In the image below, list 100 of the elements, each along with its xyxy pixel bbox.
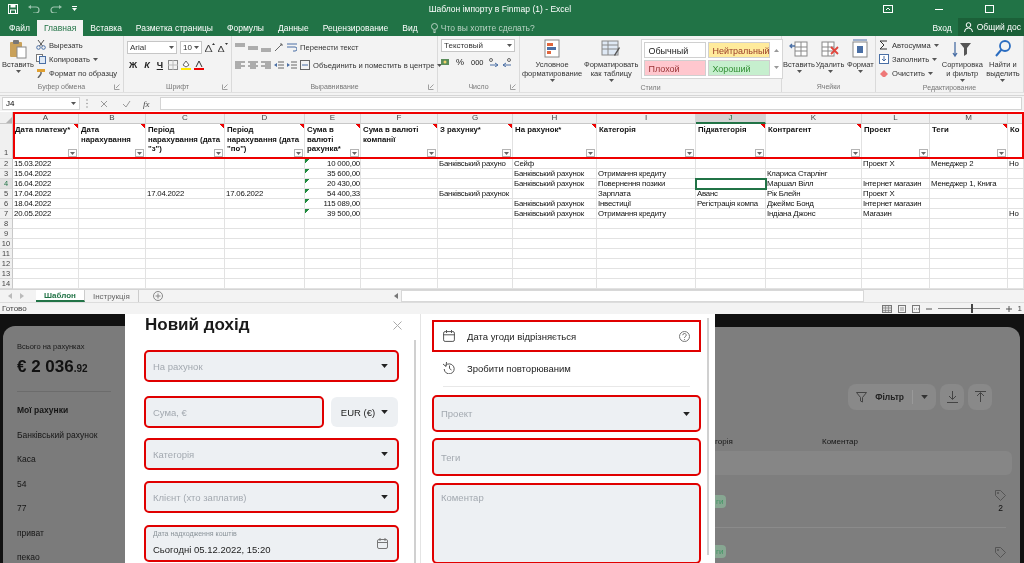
currency-dropdown[interactable]: EUR (€) — [331, 397, 398, 427]
filter-button[interactable]: Фільтр — [848, 384, 936, 410]
number-format-field[interactable]: Текстовый — [441, 39, 515, 52]
scroll-up-icon[interactable] — [773, 49, 779, 52]
horizontal-scrollbar[interactable] — [394, 290, 864, 302]
filter-button[interactable] — [755, 149, 764, 157]
ribbon-tab[interactable]: Вид — [395, 20, 425, 36]
percent-button[interactable]: % — [454, 57, 466, 67]
filter-button[interactable] — [294, 149, 303, 157]
cancel-icon[interactable] — [100, 99, 108, 108]
name-box[interactable]: J4 — [2, 97, 80, 110]
dialog-launcher-icon[interactable] — [428, 83, 434, 90]
comment-field[interactable]: Коментар — [433, 484, 700, 563]
amount-field[interactable]: Сума, € — [145, 397, 323, 427]
decrease-indent-icon[interactable] — [274, 60, 284, 70]
ribbon-tab[interactable]: Вставка — [83, 20, 129, 36]
ribbon-tab[interactable]: Формулы — [220, 20, 271, 36]
ribbon-display-icon[interactable] — [883, 5, 893, 13]
scroll-left-icon[interactable] — [394, 293, 398, 299]
help-icon[interactable] — [679, 330, 690, 342]
fill-down-icon[interactable] — [879, 54, 889, 64]
customize-caret-icon[interactable] — [72, 6, 77, 12]
account-item[interactable]: приват — [17, 520, 125, 545]
dropdown-field[interactable]: Категорія — [145, 439, 398, 469]
dropdown-field[interactable]: Проект — [433, 396, 700, 431]
maximize-icon[interactable] — [985, 5, 994, 13]
cell-style-button[interactable]: Нейтральный — [708, 42, 771, 58]
account-item[interactable]: пекао — [17, 545, 125, 563]
option-button[interactable]: Дата угоди відрізняється — [433, 321, 700, 351]
font-color-icon[interactable] — [194, 60, 204, 70]
ribbon-tab[interactable]: Данные — [271, 20, 316, 36]
zoom-out-icon[interactable] — [925, 305, 932, 312]
fill-color-icon[interactable] — [181, 60, 191, 70]
dialog-launcher-icon[interactable] — [114, 83, 120, 90]
insert-function-button[interactable]: fx — [143, 98, 150, 109]
format-button[interactable]: Ж — [127, 60, 140, 70]
increase-decimal-icon[interactable] — [488, 57, 499, 67]
close-icon[interactable] — [393, 320, 402, 330]
selected-cell[interactable] — [696, 179, 766, 189]
sum-icon[interactable] — [879, 40, 889, 50]
filter-button[interactable] — [427, 149, 436, 157]
enter-icon[interactable] — [122, 99, 131, 108]
input-field[interactable]: Теги — [433, 439, 700, 475]
add-sheet-icon[interactable] — [152, 291, 163, 301]
orientation-icon[interactable] — [274, 42, 284, 52]
dialog-launcher-icon[interactable] — [222, 83, 228, 90]
merge-icon[interactable] — [300, 60, 310, 70]
filter-button[interactable] — [350, 149, 359, 157]
currency-icon[interactable] — [441, 57, 451, 67]
increase-font-icon[interactable] — [205, 42, 215, 52]
redo-icon[interactable] — [50, 5, 62, 13]
cell-style-button[interactable]: Плохой — [644, 60, 707, 76]
wrap-text-icon[interactable] — [287, 42, 297, 52]
filter-button[interactable] — [851, 149, 860, 157]
page-break-icon[interactable] — [911, 304, 920, 313]
font-field[interactable]: Arial — [127, 40, 177, 54]
ribbon-tab[interactable]: Рецензирование — [315, 20, 396, 36]
ribbon-tab[interactable]: Разметка страницы — [128, 20, 220, 36]
status-text: Готово — [2, 304, 27, 313]
dropdown-field[interactable]: На рахунок — [145, 351, 398, 381]
filter-button[interactable] — [919, 149, 928, 157]
undo-icon[interactable] — [28, 5, 40, 13]
save-icon[interactable] — [8, 4, 18, 14]
size-field[interactable]: 10 — [180, 40, 202, 54]
zoom-in-icon[interactable] — [1005, 305, 1012, 312]
dropdown-field[interactable]: Клієнт (хто заплатив) — [145, 482, 398, 512]
sign-in-link[interactable]: Вход — [926, 20, 958, 36]
download-button[interactable] — [940, 384, 964, 410]
upload-button[interactable] — [968, 384, 992, 410]
filter-button[interactable] — [586, 149, 595, 157]
decrease-font-icon[interactable] — [218, 42, 228, 52]
ribbon-tab[interactable]: Файл — [2, 20, 37, 36]
filter-button[interactable] — [502, 149, 511, 157]
slider-thumb[interactable] — [970, 304, 973, 313]
page-layout-icon[interactable] — [897, 304, 906, 313]
normal-view-icon[interactable] — [881, 304, 892, 313]
formula-field[interactable] — [159, 97, 1022, 110]
account-item[interactable]: 54 — [17, 471, 125, 496]
filter-button[interactable] — [997, 149, 1006, 157]
format-button[interactable]: К — [142, 60, 152, 70]
ribbon-tab[interactable]: Главная — [36, 20, 84, 36]
option-button[interactable]: Зробити повторюваним — [433, 355, 700, 381]
cell-style-button[interactable]: Обычный — [644, 42, 707, 58]
sheet-tab[interactable]: Шаблон — [36, 290, 85, 302]
decrease-decimal-icon[interactable] — [501, 57, 512, 67]
filter-button[interactable] — [685, 149, 694, 157]
format-button[interactable]: Ч — [154, 60, 165, 70]
tell-me-field[interactable]: Что вы хотите сделать? — [440, 23, 535, 33]
caret-icon — [928, 71, 934, 75]
account-item[interactable]: Банківський рахунок — [17, 422, 125, 447]
account-item[interactable]: Каса — [17, 447, 125, 472]
increase-indent-icon[interactable] — [287, 60, 297, 70]
borders-icon[interactable] — [168, 60, 178, 70]
share-button[interactable]: Общий дос — [957, 18, 1024, 36]
filter-button[interactable] — [214, 149, 223, 157]
account-item[interactable]: 77 — [17, 496, 125, 521]
filter-button[interactable] — [135, 149, 144, 157]
dialog-launcher-icon[interactable] — [510, 83, 516, 90]
filter-button[interactable] — [68, 149, 77, 157]
eraser-icon[interactable] — [879, 68, 889, 78]
